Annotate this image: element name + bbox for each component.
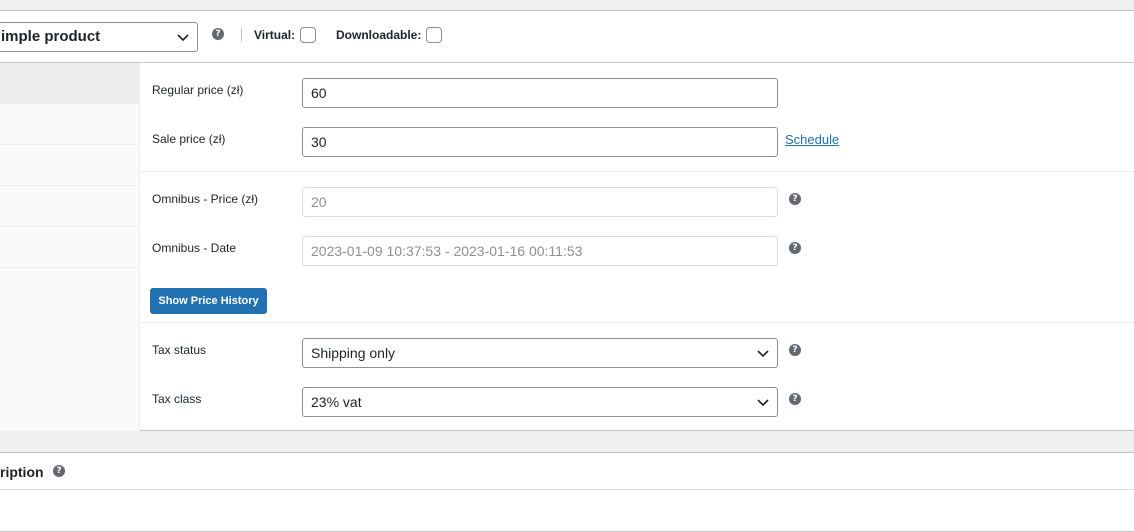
sale-price-input[interactable]: 30: [302, 127, 778, 157]
tab-inventory[interactable]: [0, 104, 139, 145]
help-icon[interactable]: ?: [789, 344, 801, 356]
sale-price-label: Sale price (zł): [152, 132, 226, 146]
help-icon[interactable]: ?: [789, 393, 801, 405]
help-icon[interactable]: ?: [53, 465, 65, 477]
tab-attributes[interactable]: [0, 227, 139, 268]
help-icon[interactable]: ?: [212, 28, 224, 40]
omnibus-date-label: Omnibus - Date: [152, 241, 237, 255]
virtual-label: Virtual:: [254, 28, 296, 42]
description-body: [0, 490, 1134, 532]
group-divider: [140, 322, 1134, 323]
product-type-selected: imple product: [1, 28, 101, 45]
tax-class-label: Tax class: [152, 392, 202, 406]
chevron-down-icon: [757, 350, 769, 358]
downloadable-label: Downloadable:: [336, 28, 422, 42]
tax-class-select[interactable]: 23% vat: [302, 387, 778, 417]
help-icon[interactable]: ?: [789, 242, 801, 254]
omnibus-price-label: Omnibus - Price (zł): [152, 192, 259, 206]
chevron-down-icon: [757, 399, 769, 407]
description-title: ription: [0, 464, 44, 480]
product-data-tabs: [0, 63, 140, 431]
schedule-link[interactable]: Schedule: [785, 132, 839, 147]
virtual-checkbox[interactable]: [300, 27, 316, 43]
product-type-bar: imple product ? Virtual: Downloadable:: [0, 11, 1134, 63]
omnibus-date-field: 2023-01-09 10:37:53 - 2023-01-16 00:11:5…: [302, 236, 778, 266]
description-header[interactable]: ription ?: [0, 452, 1134, 490]
omnibus-price-field: 20: [302, 187, 778, 217]
tax-class-selected: 23% vat: [311, 394, 362, 410]
downloadable-checkbox[interactable]: [426, 27, 442, 43]
regular-price-input[interactable]: 60: [302, 78, 778, 108]
chevron-down-icon: [177, 34, 189, 42]
tax-status-label: Tax status: [152, 343, 207, 357]
tab-general[interactable]: [0, 63, 139, 104]
product-type-select[interactable]: imple product: [0, 22, 198, 52]
tab-advanced[interactable]: [0, 268, 139, 309]
product-data-panel: Regular price (zł) 60 Sale price (zł) 30…: [0, 63, 1134, 431]
tab-shipping[interactable]: [0, 145, 139, 186]
tax-status-selected: Shipping only: [311, 345, 396, 361]
tab-linked-products[interactable]: [0, 186, 139, 227]
group-divider: [140, 171, 1134, 172]
regular-price-label: Regular price (zł): [152, 83, 244, 97]
tax-status-select[interactable]: Shipping only: [302, 338, 778, 368]
help-icon[interactable]: ?: [789, 193, 801, 205]
section-gap: [0, 432, 1134, 452]
top-strip: [0, 0, 1134, 11]
divider: [241, 28, 242, 42]
show-price-history-button[interactable]: Show Price History: [150, 288, 267, 314]
